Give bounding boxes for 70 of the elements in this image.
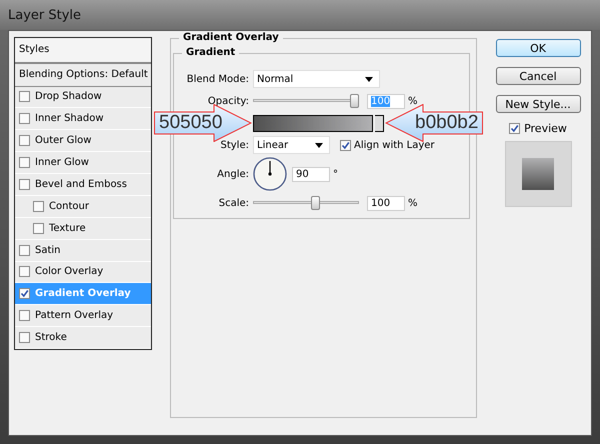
slider-track[interactable] [253,94,359,108]
checkbox[interactable] [19,113,30,124]
item-label: Drop Shadow [35,91,102,102]
checkbox[interactable] [19,244,30,256]
field-label: Scale: [218,198,250,208]
item-label: Stroke [35,332,67,344]
caret-icon [365,76,373,82]
list-item[interactable]: Inner Glow [15,152,151,174]
item-label: Satin [35,244,61,256]
gradient-bar[interactable] [253,114,373,132]
item-label: Inner Glow [35,157,89,168]
checkbox[interactable] [19,332,30,344]
unit-label: % [408,198,418,208]
item-label: Outer Glow [35,135,92,146]
checkbox[interactable] [33,200,44,212]
checkbox[interactable] [33,222,44,234]
angle-dial[interactable] [253,157,287,191]
dialog-button[interactable]: Cancel [496,67,580,85]
item-label: Bevel and Emboss [35,178,127,190]
list-item[interactable]: Pattern Overlay [15,305,151,328]
checkbox[interactable] [509,123,520,134]
checkbox[interactable] [19,266,30,278]
checkbox-label: Align with Layer [354,140,435,150]
item-label: Pattern Overlay [35,310,114,322]
list-item[interactable]: Contour [15,196,151,218]
item-label: Texture [49,222,86,234]
dialog-button[interactable]: New Style... [496,95,580,113]
list-heading: Styles [15,38,151,64]
unit-label: % [408,96,418,106]
slider-thumb[interactable] [311,196,320,210]
number-field[interactable]: 100 [367,196,405,210]
list-item[interactable]: Texture [15,218,151,240]
preview-square [522,158,554,190]
number-field[interactable]: 90 [292,166,330,182]
checkbox[interactable] [19,135,30,146]
field-label: Angle: [216,168,250,180]
dropdown[interactable]: Normal [253,70,380,88]
checkbox[interactable] [19,288,30,300]
slider-track[interactable] [253,196,359,210]
slider-thumb[interactable] [350,94,359,108]
item-label: Contour [49,200,89,212]
caret-icon [315,142,323,148]
item-label: Inner Shadow [35,113,104,124]
checkbox[interactable] [19,310,30,322]
window-title: Layer Style [8,8,82,22]
list-item[interactable]: Bevel and Emboss [15,174,151,196]
group-title: Gradient [182,47,240,58]
field-label: Opacity: [206,96,250,106]
checkbox[interactable] [19,157,30,168]
group-title: Gradient Overlay [179,32,283,43]
list-item[interactable]: Satin [15,240,151,262]
callout-label: b0b0b2 [415,112,478,134]
list-item[interactable]: Inner Shadow [15,108,151,130]
dropdown-button[interactable] [375,114,384,132]
list-item[interactable]: Drop Shadow [15,86,151,108]
callout-label: 505050 [159,112,222,134]
dialog-button[interactable]: OK [496,39,580,57]
list-item[interactable]: Stroke [15,327,151,350]
item-label: Gradient Overlay [35,288,131,300]
field-label: Style: [220,140,250,150]
checkbox[interactable] [19,178,30,190]
item-label: Color Overlay [35,266,104,278]
checkbox[interactable] [340,140,351,150]
checkbox-label: Preview [524,122,567,135]
unit-label: ° [333,168,338,180]
field-label: Blend Mode: [186,74,250,84]
checkbox[interactable] [19,91,30,102]
list-item[interactable]: Blending Options: Default [15,64,151,87]
dropdown[interactable]: Linear [253,136,330,154]
list-item[interactable]: Outer Glow [15,130,151,152]
